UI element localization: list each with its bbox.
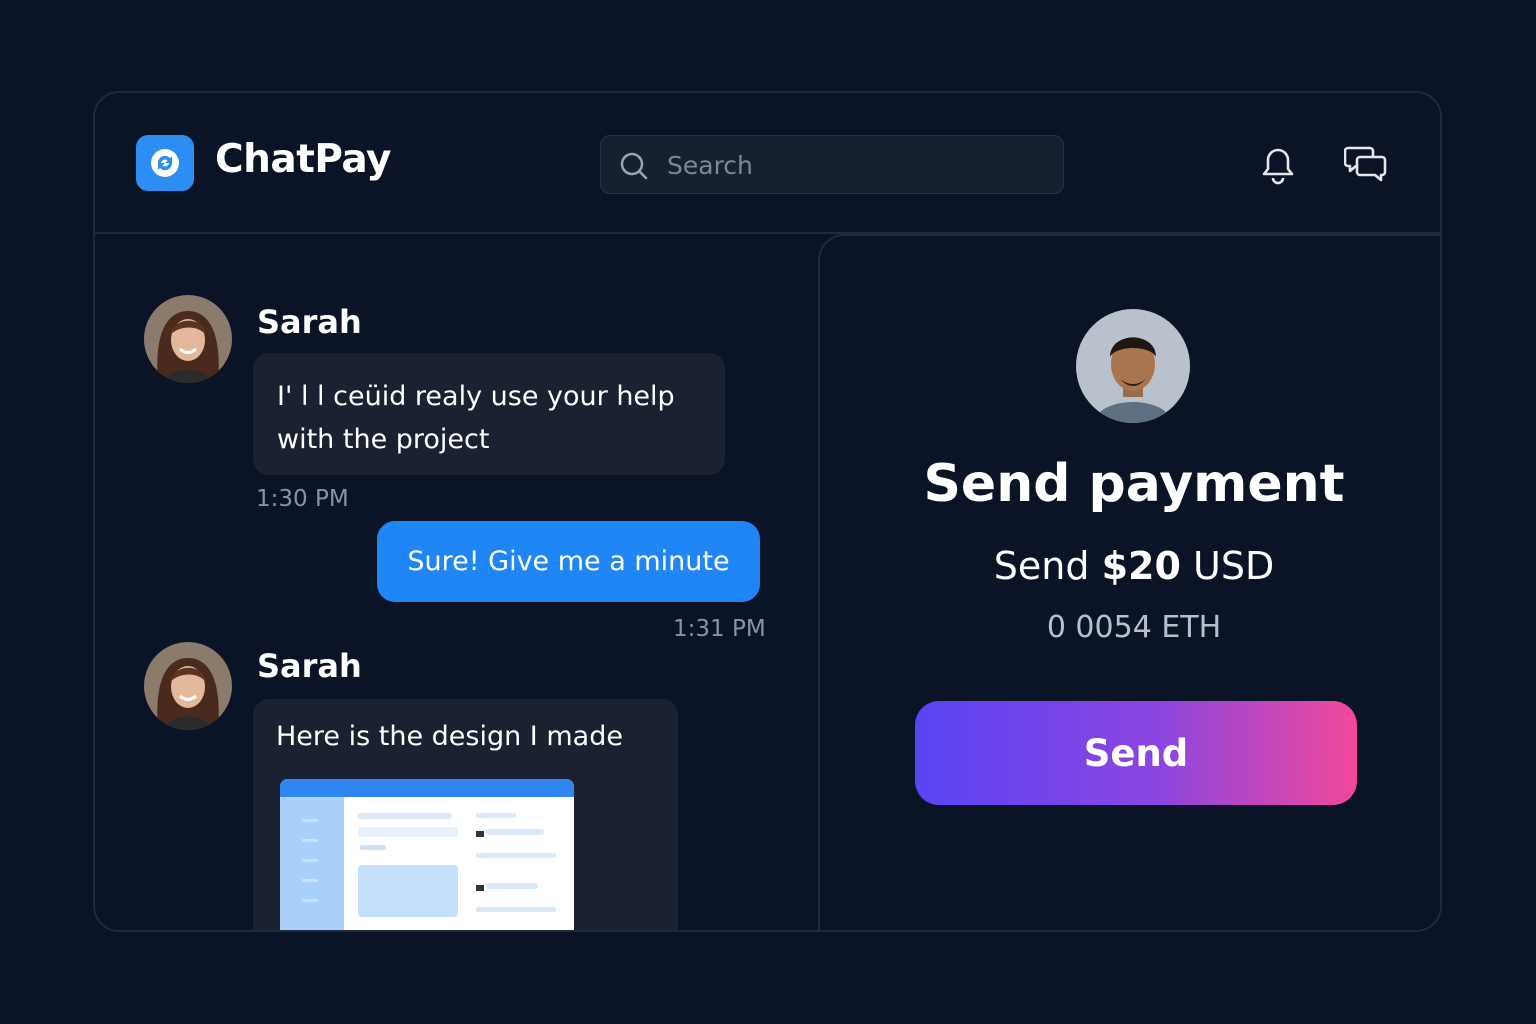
chatpay-logo-icon [136, 135, 194, 191]
message-bubble-outgoing: Sure! Give me a minute [377, 521, 760, 602]
sender-name: Sarah [257, 647, 362, 685]
amount-currency: USD [1193, 544, 1275, 588]
search-box[interactable] [600, 135, 1064, 195]
app-title: ChatPay [215, 137, 391, 182]
amount-prefix: Send [993, 544, 1090, 588]
avatar-recipient[interactable] [1076, 309, 1190, 423]
search-icon [619, 151, 649, 185]
message-text: Here is the design I made [276, 721, 623, 752]
message-bubble-incoming: I' l l ceüid realy use your help with th… [253, 353, 725, 475]
message-text: with the project [277, 424, 490, 455]
bell-icon[interactable] [1258, 145, 1298, 189]
message-time: 1:31 PM [673, 616, 766, 642]
app-window: ChatPay Sarah I' l [93, 91, 1442, 932]
message-text: Sure! Give me a minute [407, 546, 730, 577]
payment-eth-amount: 0 0054 ETH [1046, 610, 1222, 645]
avatar-sarah[interactable] [144, 295, 232, 383]
message-text: I' l l ceüid realy use your help [277, 381, 675, 412]
payment-amount: Send $20 USD [820, 544, 1440, 588]
chat-bubbles-icon[interactable] [1343, 143, 1388, 187]
amount-value: $20 [1101, 544, 1181, 588]
chat-panel: Sarah I' l l ceüid realy use your help w… [95, 234, 817, 930]
header: ChatPay [95, 93, 1440, 234]
message-time: 1:30 PM [256, 486, 349, 512]
send-button[interactable]: Send [915, 701, 1357, 805]
avatar-sarah[interactable] [144, 642, 232, 730]
payment-panel: Send payment Send $20 USD 0 0054 ETH Sen… [818, 234, 1440, 930]
sender-name: Sarah [257, 303, 362, 341]
payment-title: Send payment [923, 454, 1345, 514]
design-attachment-image[interactable] [280, 779, 574, 930]
search-input[interactable] [665, 136, 1049, 195]
